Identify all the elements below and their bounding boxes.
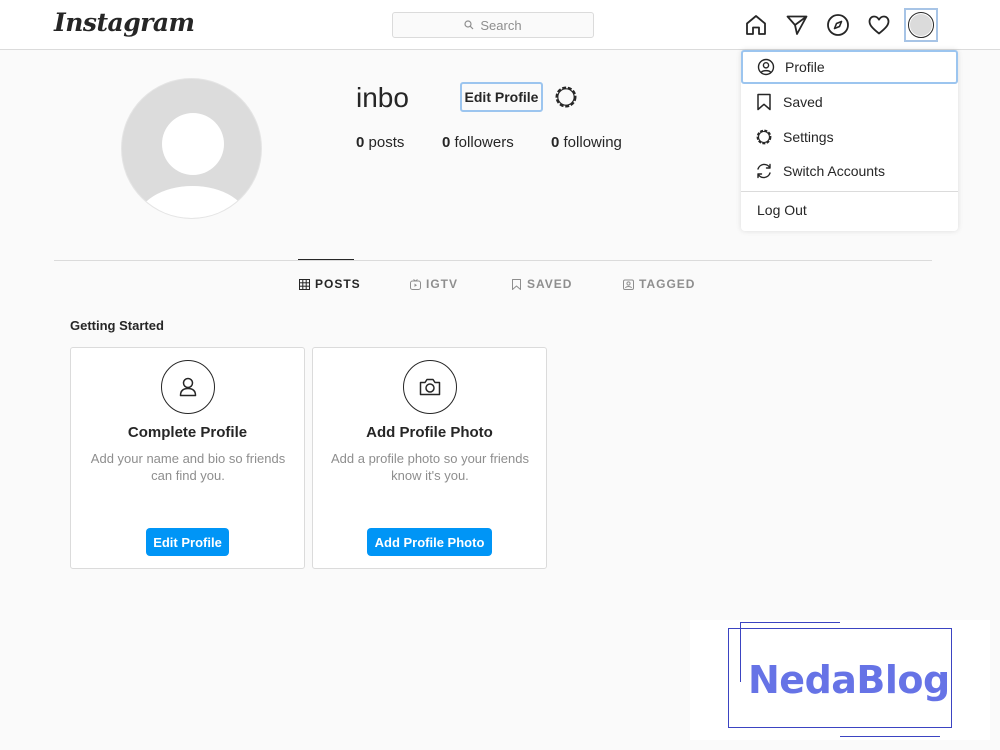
avatar-body-shape bbox=[137, 186, 248, 218]
tab-igtv[interactable]: IGTV bbox=[410, 277, 458, 291]
home-icon bbox=[746, 15, 766, 35]
camera-icon bbox=[419, 378, 441, 396]
stat-following[interactable]: 0 following bbox=[551, 134, 622, 151]
stat-posts[interactable]: 0 posts bbox=[356, 134, 404, 151]
card-title: Add Profile Photo bbox=[366, 424, 493, 441]
menu-item-settings[interactable]: Settings bbox=[741, 120, 958, 154]
activity-button[interactable] bbox=[866, 12, 892, 38]
card-icon-circle bbox=[403, 360, 457, 414]
settings-gear-icon[interactable] bbox=[553, 84, 579, 110]
profile-dropdown-menu: Profile Saved Settings Switch Accounts L… bbox=[741, 50, 958, 231]
edit-profile-button[interactable]: Edit Profile bbox=[460, 82, 543, 112]
instagram-logo[interactable]: Instagram bbox=[54, 8, 195, 37]
tab-saved[interactable]: SAVED bbox=[511, 277, 572, 291]
getting-started-heading: Getting Started bbox=[70, 318, 164, 333]
avatar-head-shape bbox=[162, 113, 224, 175]
switch-arrows-icon bbox=[757, 163, 771, 179]
bookmark-icon bbox=[512, 278, 521, 290]
tab-label: IGTV bbox=[426, 277, 459, 291]
user-icon bbox=[179, 377, 197, 397]
menu-item-profile[interactable]: Profile bbox=[741, 50, 958, 84]
card-title: Complete Profile bbox=[127, 424, 248, 441]
top-navigation-bar: Instagram Search bbox=[0, 0, 1000, 50]
tabs-divider bbox=[54, 260, 932, 261]
watermark: NedaBlog bbox=[690, 620, 990, 740]
tab-label: TAGGED bbox=[639, 277, 696, 291]
menu-item-saved[interactable]: Saved bbox=[741, 85, 958, 119]
card-description: Add your name and bio so friends can fin… bbox=[90, 451, 286, 483]
avatar-ring bbox=[908, 12, 934, 38]
menu-item-label: Switch Accounts bbox=[783, 163, 885, 179]
tag-icon bbox=[623, 279, 634, 290]
tab-label: POSTS bbox=[315, 277, 361, 291]
watermark-frame-line bbox=[840, 736, 940, 737]
tab-label: SAVED bbox=[527, 277, 573, 291]
menu-divider bbox=[741, 191, 958, 192]
home-button[interactable] bbox=[743, 12, 769, 38]
stat-label: posts bbox=[368, 134, 405, 151]
profile-picture[interactable] bbox=[121, 78, 262, 219]
card-icon-circle bbox=[161, 360, 215, 414]
watermark-text: NedaBlog bbox=[748, 658, 950, 702]
menu-item-label: Profile bbox=[785, 59, 825, 75]
profile-avatar-button[interactable] bbox=[904, 8, 938, 42]
card-add-profile-photo-button[interactable]: Add Profile Photo bbox=[367, 528, 492, 556]
menu-item-log-out[interactable]: Log Out bbox=[757, 202, 807, 218]
profile-circle-icon bbox=[757, 58, 775, 76]
bookmark-icon bbox=[757, 93, 771, 111]
profile-username: inbo bbox=[356, 82, 409, 113]
watermark-frame-line bbox=[740, 622, 840, 623]
menu-item-switch-accounts[interactable]: Switch Accounts bbox=[741, 154, 958, 188]
active-tab-indicator bbox=[298, 259, 354, 260]
search-input[interactable]: Search bbox=[392, 12, 594, 38]
avatar bbox=[910, 14, 932, 36]
settings-gear-icon bbox=[756, 129, 772, 145]
card-description: Add a profile photo so your friends know… bbox=[330, 451, 529, 483]
menu-item-label: Settings bbox=[783, 129, 834, 145]
add-profile-photo-card: Add Profile Photo Add a profile photo so… bbox=[312, 347, 547, 569]
search-icon bbox=[464, 20, 474, 30]
explore-compass-icon bbox=[827, 14, 849, 36]
stat-label: followers bbox=[454, 134, 514, 151]
tab-tagged[interactable]: TAGGED bbox=[623, 277, 695, 291]
igtv-icon bbox=[410, 278, 421, 290]
menu-item-label: Saved bbox=[783, 94, 823, 110]
stat-count: 0 bbox=[442, 134, 451, 151]
direct-message-icon bbox=[786, 15, 808, 35]
stat-count: 0 bbox=[551, 134, 560, 151]
explore-button[interactable] bbox=[825, 12, 851, 38]
tab-posts[interactable]: POSTS bbox=[299, 277, 361, 291]
stat-count: 0 bbox=[356, 134, 365, 151]
search-placeholder: Search bbox=[480, 17, 522, 33]
activity-heart-icon bbox=[868, 15, 890, 35]
grid-icon bbox=[299, 278, 310, 290]
card-edit-profile-button[interactable]: Edit Profile bbox=[146, 528, 229, 556]
stat-followers[interactable]: 0 followers bbox=[442, 134, 514, 151]
stat-label: following bbox=[563, 134, 622, 151]
direct-messages-button[interactable] bbox=[784, 12, 810, 38]
complete-profile-card: Complete Profile Add your name and bio s… bbox=[70, 347, 305, 569]
